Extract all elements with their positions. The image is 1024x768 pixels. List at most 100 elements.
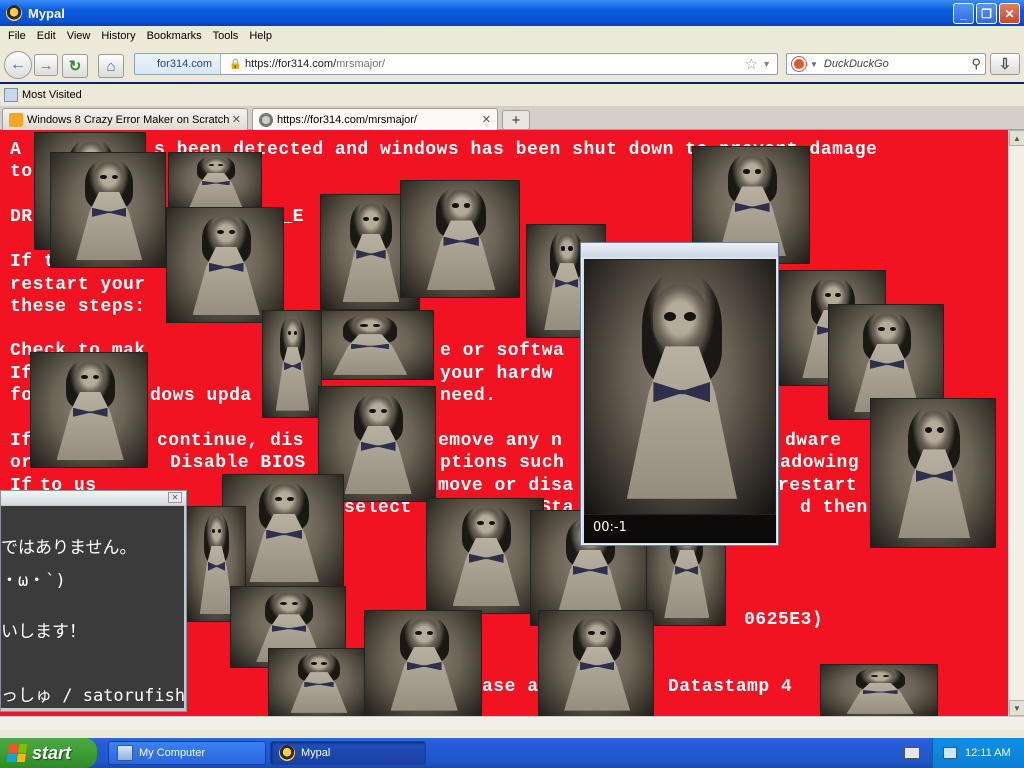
- bsod-fragment: ptions such: [440, 453, 565, 473]
- window-title-bar[interactable]: Mypal _ ❐ ✕: [0, 0, 1024, 26]
- search-bar[interactable]: ▼ DuckDuckGo ⚲: [786, 53, 986, 75]
- doll-image: [168, 152, 262, 212]
- bsod-fragment: d then: [800, 498, 868, 518]
- doll-image: [30, 352, 148, 468]
- mypal-app-icon: [6, 5, 22, 21]
- keyboard-icon[interactable]: [904, 747, 920, 759]
- bookmarks-toolbar: Most Visited: [0, 84, 1024, 106]
- menu-file[interactable]: File: [4, 30, 33, 42]
- globe-favicon-icon: [259, 112, 273, 127]
- bsod-line: DR: [10, 207, 33, 227]
- bsod-line: If t: [10, 252, 56, 272]
- site-identity[interactable]: for314.com: [135, 54, 222, 74]
- forward-button[interactable]: →: [34, 54, 58, 76]
- bsod-fragment: 0625E3): [744, 610, 824, 630]
- doll-image: [426, 498, 544, 614]
- bsod-fragment: 0, Datastamp 4: [634, 677, 793, 697]
- doll-image: [262, 310, 322, 418]
- menu-history[interactable]: History: [97, 30, 142, 42]
- doll-image: [538, 610, 654, 716]
- bsod-line: these steps:: [10, 297, 146, 317]
- most-visited-icon: [4, 88, 18, 102]
- search-icon[interactable]: ⚲: [971, 56, 981, 72]
- bsod-fragment: adowing: [780, 453, 860, 473]
- downloads-button[interactable]: ⇩: [990, 53, 1020, 75]
- search-input[interactable]: DuckDuckGo: [824, 58, 972, 70]
- menu-view[interactable]: View: [63, 30, 98, 42]
- start-label: start: [32, 742, 72, 763]
- status-bar: [0, 730, 1024, 738]
- doll-image: [304, 310, 434, 380]
- tab-strip: Windows 8 Crazy Error Maker on Scratch ✕…: [0, 106, 1024, 130]
- taskbar-label: Mypal: [301, 747, 331, 759]
- new-tab-button[interactable]: +: [502, 110, 530, 130]
- tab-close-icon[interactable]: ✕: [482, 113, 491, 126]
- start-button[interactable]: start: [0, 738, 97, 768]
- bsod-fragment: ase a: [482, 677, 539, 697]
- menu-tools[interactable]: Tools: [209, 30, 246, 42]
- reload-button[interactable]: ↻: [62, 54, 88, 78]
- taskbar: start My Computer Mypal 12:11 AM: [0, 738, 1024, 768]
- scroll-down-icon[interactable]: ▼: [1009, 700, 1024, 716]
- url-host: https://for314.com/: [245, 58, 337, 70]
- bsod-fragment: continue, dis: [157, 431, 304, 451]
- bsod-fragment: Disable BIOS: [170, 453, 306, 473]
- taskbar-label: My Computer: [139, 747, 206, 759]
- message-line: ではありません。: [1, 538, 137, 558]
- menu-help[interactable]: Help: [245, 30, 279, 42]
- doll-image: [364, 610, 482, 716]
- tab-scratch[interactable]: Windows 8 Crazy Error Maker on Scratch ✕: [2, 108, 248, 130]
- horizontal-scrollbar[interactable]: [0, 716, 1024, 730]
- windows-flag-icon: [6, 744, 28, 762]
- scroll-up-icon[interactable]: ▲: [1009, 130, 1024, 146]
- computer-icon: [117, 745, 133, 761]
- clock[interactable]: 12:11 AM: [965, 747, 1011, 759]
- bsod-fragment: need.: [440, 386, 497, 406]
- menu-edit[interactable]: Edit: [33, 30, 63, 42]
- doll-image: [268, 648, 368, 716]
- tab-close-icon[interactable]: ✕: [232, 113, 241, 126]
- doll-image: [50, 152, 166, 268]
- taskbar-my-computer[interactable]: My Computer: [108, 741, 266, 765]
- doll-image: [166, 207, 284, 323]
- minimize-button[interactable]: _: [953, 3, 974, 24]
- maximize-button[interactable]: ❐: [976, 3, 997, 24]
- scratch-favicon-icon: [9, 112, 23, 127]
- bookmark-star-icon[interactable]: ☆: [745, 55, 758, 73]
- bsod-fragment: your hardw: [440, 364, 554, 384]
- tab-label: https://for314.com/mrsmajor/: [277, 113, 417, 126]
- mypal-icon: [279, 745, 295, 761]
- video-time: 00:-1: [593, 520, 627, 535]
- menu-bar: File Edit View History Bookmarks Tools H…: [0, 26, 1024, 46]
- tab-label: Windows 8 Crazy Error Maker on Scratch: [27, 113, 230, 126]
- message-window-title-bar[interactable]: ✕: [1, 491, 186, 505]
- search-engine-dropdown-icon[interactable]: ▼: [810, 60, 818, 69]
- network-icon[interactable]: [943, 747, 957, 759]
- vertical-scrollbar[interactable]: ▲ ▼: [1008, 130, 1024, 716]
- video-window-title-bar[interactable]: [581, 243, 778, 257]
- video-player-window[interactable]: 00:-1: [580, 242, 779, 546]
- video-screen[interactable]: 00:-1: [584, 259, 776, 543]
- url-dropdown-icon[interactable]: ▼: [762, 59, 771, 69]
- tab-mrsmajor[interactable]: https://for314.com/mrsmajor/ ✕: [252, 108, 498, 130]
- most-visited-bookmark[interactable]: Most Visited: [22, 89, 82, 101]
- message-close-icon[interactable]: ✕: [168, 492, 182, 503]
- bsod-fragment: dows upda: [150, 386, 252, 406]
- doll-video-frame: [584, 259, 776, 515]
- url-bar[interactable]: for314.com 🔒 https://for314.com/mrsmajor…: [134, 53, 778, 75]
- back-button[interactable]: ←: [4, 51, 32, 79]
- url-text[interactable]: https://for314.com/mrsmajor/: [245, 58, 745, 70]
- close-button[interactable]: ✕: [999, 3, 1020, 24]
- message-window[interactable]: ✕ ではありません。 ・ω・`) いします！ っしゅ / satorufish: [0, 490, 187, 712]
- bsod-fragment: e or softwa: [440, 341, 565, 361]
- menu-bookmarks[interactable]: Bookmarks: [143, 30, 209, 42]
- duckduckgo-icon[interactable]: [792, 57, 806, 71]
- doll-image: [870, 398, 996, 548]
- message-line: っしゅ / satorufish: [1, 686, 186, 706]
- window-controls: _ ❐ ✕: [953, 3, 1020, 24]
- bsod-fragment: restart: [778, 476, 858, 496]
- home-button[interactable]: ⌂: [98, 54, 124, 78]
- doll-image: [400, 180, 520, 298]
- message-line: いします！: [1, 622, 86, 642]
- taskbar-mypal[interactable]: Mypal: [270, 741, 426, 765]
